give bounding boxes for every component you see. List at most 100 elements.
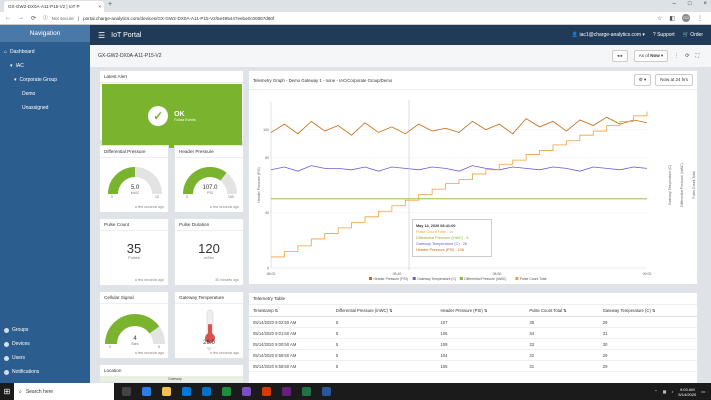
tray-up-icon[interactable]: ⌃ <box>654 389 657 394</box>
star-icon[interactable]: ☆ <box>657 15 662 22</box>
telemetry-table: Timestamp ⇅ Differential Pressure (inWC) … <box>249 305 697 372</box>
sidebar-item-devices[interactable]: Devices <box>0 337 90 351</box>
sidebar-bottom-menu: Groups Devices Users Notifications <box>0 323 90 379</box>
alert-status-box[interactable]: ✓ OK Follow Events <box>102 84 242 148</box>
sidebar-item-unassigned[interactable]: Unassigned <box>0 101 90 115</box>
excel-icon[interactable] <box>302 387 311 396</box>
updated-ago: 30 minutes ago <box>215 278 239 282</box>
support-link[interactable]: ? Support <box>653 32 675 38</box>
sidebar-item-iac[interactable]: ▾ IAC <box>0 59 90 73</box>
taskbar-search[interactable]: ⌕ Search here <box>14 383 114 400</box>
device-controls: ◂ ▸ As of Now ▾ ⋮ ⟳ ⛶ <box>611 50 699 62</box>
table-cell: 105 <box>436 327 526 339</box>
table-cell: 5 <box>331 327 437 339</box>
maximize-icon[interactable]: □ <box>688 1 692 7</box>
minimize-icon[interactable]: – <box>673 1 676 7</box>
gateway-temp-card: Gateway Temperature 26.0 °C a few second… <box>174 291 244 359</box>
user-menu[interactable]: 👤 iac1@charge-analytics.com ▾ <box>572 32 645 38</box>
sidebar-item-corporate-group[interactable]: ▾ Corporate Group <box>0 73 90 87</box>
table-cell: 107 <box>436 316 526 328</box>
windows-start-icon[interactable]: ⊞ <box>0 383 14 400</box>
chart-header: Telemetry Graph - Demo Gateway 1 - none … <box>249 71 697 90</box>
sidebar-item-users[interactable]: Users <box>0 351 90 365</box>
tooltip-rows: Pulse Count Total : 1s Differential Press… <box>416 229 488 253</box>
profile-avatar[interactable]: GO <box>682 14 690 22</box>
sidebar-item-notifications[interactable]: Notifications <box>0 365 90 379</box>
close-window-icon[interactable]: × <box>703 1 707 7</box>
refresh-icon[interactable]: ⟳ <box>685 53 689 59</box>
network-icon[interactable]: ▦ <box>663 389 667 394</box>
pulse-count-card: Pulse Count 35 Pulses a few seconds ago <box>99 218 169 286</box>
search-placeholder: Search here <box>25 388 54 395</box>
window-controls: – □ × <box>673 1 707 7</box>
task-view-icon[interactable] <box>122 387 131 396</box>
location-map[interactable]: Gateway <box>100 376 243 382</box>
column-header[interactable]: Gateway Temperature (C) ⇅ <box>598 305 697 317</box>
support-label: Support <box>657 32 675 38</box>
app-header: ☰ IoT Portal 👤 iac1@charge-analytics.com… <box>90 25 711 45</box>
table-cell: 05/14/2020 9:01:50 AM <box>249 327 332 339</box>
file-explorer-icon[interactable] <box>162 387 171 396</box>
diff-pressure-card: Differential Pressure 5.0 inWC 0 10 a fe… <box>99 145 169 213</box>
new-tab-button[interactable]: + <box>108 1 112 8</box>
refresh-options-icon[interactable]: ⋮ <box>674 53 679 59</box>
column-header[interactable]: Differential Pressure (inWC) ⇅ <box>331 305 437 317</box>
notification-center-icon[interactable]: ▭ <box>701 389 705 394</box>
system-clock[interactable]: 9:03 AM 5/14/2020 <box>678 387 696 397</box>
url-text: portal.charge-analytics.com/devices/GX-G… <box>83 15 275 21</box>
chart-title: Telemetry Graph - Demo Gateway 1 - none … <box>253 77 393 83</box>
volume-icon[interactable]: ♪ <box>671 389 673 394</box>
updated-ago: a few seconds ago <box>209 351 239 355</box>
sidebar-item-dashboard[interactable]: ⌂ Dashboard <box>0 45 90 59</box>
url-divider: | <box>77 15 80 21</box>
table-cell: 104 <box>436 349 526 361</box>
prev-next-buttons[interactable]: ◂ ▸ <box>611 50 628 62</box>
menu-kebab-icon[interactable]: ⋮ <box>697 15 703 22</box>
url-field[interactable]: ⓘ Not secure | portal.charge-analytics.c… <box>43 15 650 21</box>
word-icon[interactable] <box>322 387 331 396</box>
time-range-dropdown[interactable]: Now at 24 hrs <box>655 74 693 86</box>
telemetry-chart[interactable]: Header Pressure (PSI) Gateway Temperatur… <box>249 90 699 290</box>
table-cell: 5 <box>331 360 437 372</box>
fullscreen-icon[interactable]: ⛶ <box>695 53 699 59</box>
mail-icon[interactable] <box>202 387 211 396</box>
extension-icon[interactable]: ◧ <box>669 15 675 22</box>
teams-icon[interactable] <box>242 387 251 396</box>
pulse-duration-value: 120 <box>198 241 220 256</box>
hamburger-menu-icon[interactable]: ☰ <box>98 31 105 40</box>
browser-tab[interactable]: GX-GW2-DX0A-A11-P15-V2 | IoT P × <box>4 1 104 12</box>
close-tab-icon[interactable]: × <box>98 4 101 9</box>
sidebar: Navigation ⌂ Dashboard ▾ IAC ▾ Corporate… <box>0 25 90 383</box>
gauge-min: 0 <box>111 195 113 198</box>
clock-time: 9:03 AM <box>679 386 695 392</box>
table-row: 05/14/2020 9:01:50 AM 5 105 34 31 <box>249 327 697 339</box>
office-icon[interactable] <box>262 387 271 396</box>
store-icon[interactable] <box>182 387 191 396</box>
reload-icon[interactable]: ⟳ <box>31 15 36 22</box>
updated-ago: a few seconds ago <box>134 205 164 209</box>
column-header[interactable]: Timestamp ⇅ <box>249 305 332 317</box>
legend-label[interactable]: Pulse Count Total <box>520 277 547 281</box>
sidebar-item-demo[interactable]: Demo <box>0 87 90 101</box>
visual-studio-icon[interactable] <box>282 387 291 396</box>
search-icon: ⌕ <box>19 388 22 395</box>
legend-label[interactable]: Differential Pressure (inWC) <box>464 277 506 281</box>
order-link[interactable]: 🛒 Order <box>683 32 703 38</box>
column-header[interactable]: Header Pressure (PSI) ⇅ <box>436 305 526 317</box>
forward-icon[interactable]: → <box>18 15 24 21</box>
caret-down-icon: ▾ <box>10 63 13 69</box>
sidebar-item-groups[interactable]: Groups <box>0 323 90 337</box>
chart-settings-button[interactable]: ⚙ ▾ <box>633 74 652 86</box>
gauge-max: 5 <box>158 345 160 348</box>
y-right-label-1: Gateway Temperature (C) <box>668 165 672 205</box>
chrome-icon[interactable] <box>222 387 231 396</box>
edge-icon[interactable] <box>142 387 151 396</box>
telemetry-table-card: Telemetry Table Timestamp ⇅ Differential … <box>248 292 698 384</box>
as-of-label: As of <box>638 53 649 58</box>
as-of-dropdown[interactable]: As of Now ▾ <box>633 50 669 62</box>
back-icon[interactable]: ← <box>5 15 11 21</box>
legend-label[interactable]: Gateway Temperature (C) <box>417 277 456 281</box>
column-header[interactable]: Pulse Count Total ⇅ <box>525 305 599 317</box>
y-tick-label: 0 <box>267 267 269 271</box>
legend-label[interactable]: Header Pressure (PSI) <box>374 277 408 281</box>
